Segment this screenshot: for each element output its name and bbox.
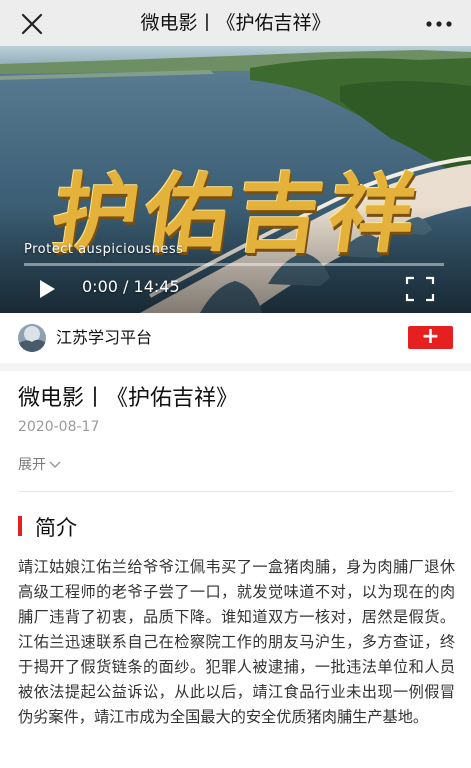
play-icon[interactable]: [36, 278, 58, 300]
section-title: 简介: [35, 516, 77, 540]
page-title: 微电影丨《护佑吉祥》: [140, 12, 331, 34]
video-subtitle-overlay: Protect auspiciousness: [24, 242, 184, 257]
section-marker: [18, 516, 22, 536]
video-progress-bar[interactable]: [24, 263, 444, 266]
account-name[interactable]: 江苏学习平台: [56, 313, 152, 363]
time-separator: /: [123, 277, 129, 296]
close-icon[interactable]: [20, 12, 44, 36]
chevron-down-icon: [49, 461, 61, 469]
video-title: 微电影丨《护佑吉祥》: [18, 386, 239, 411]
avatar[interactable]: [18, 324, 46, 352]
intro-description: 靖江姑娘江佑兰给爷爷江佩韦买了一盒猪肉脯，身为肉脯厂退休高级工程师的老爷子尝了一…: [18, 558, 455, 726]
fullscreen-icon[interactable]: [405, 276, 435, 302]
video-time: 0:00 / 14:45: [82, 277, 180, 296]
more-dots-icon[interactable]: [425, 12, 453, 36]
expand-toggle[interactable]: 展开: [18, 454, 61, 474]
top-bar: 微电影丨《护佑吉祥》: [0, 0, 471, 46]
section-separator: [0, 363, 471, 371]
expand-label: 展开: [18, 457, 46, 473]
video-player[interactable]: 护佑吉祥 Protect auspiciousness 0:00 / 14:45: [0, 46, 471, 313]
account-bar: 江苏学习平台 +: [0, 313, 471, 364]
publish-date: 2020-08-17: [18, 419, 100, 435]
follow-button[interactable]: +: [408, 326, 453, 349]
duration: 14:45: [133, 277, 180, 296]
current-time: 0:00: [82, 277, 118, 296]
divider: [18, 491, 453, 492]
